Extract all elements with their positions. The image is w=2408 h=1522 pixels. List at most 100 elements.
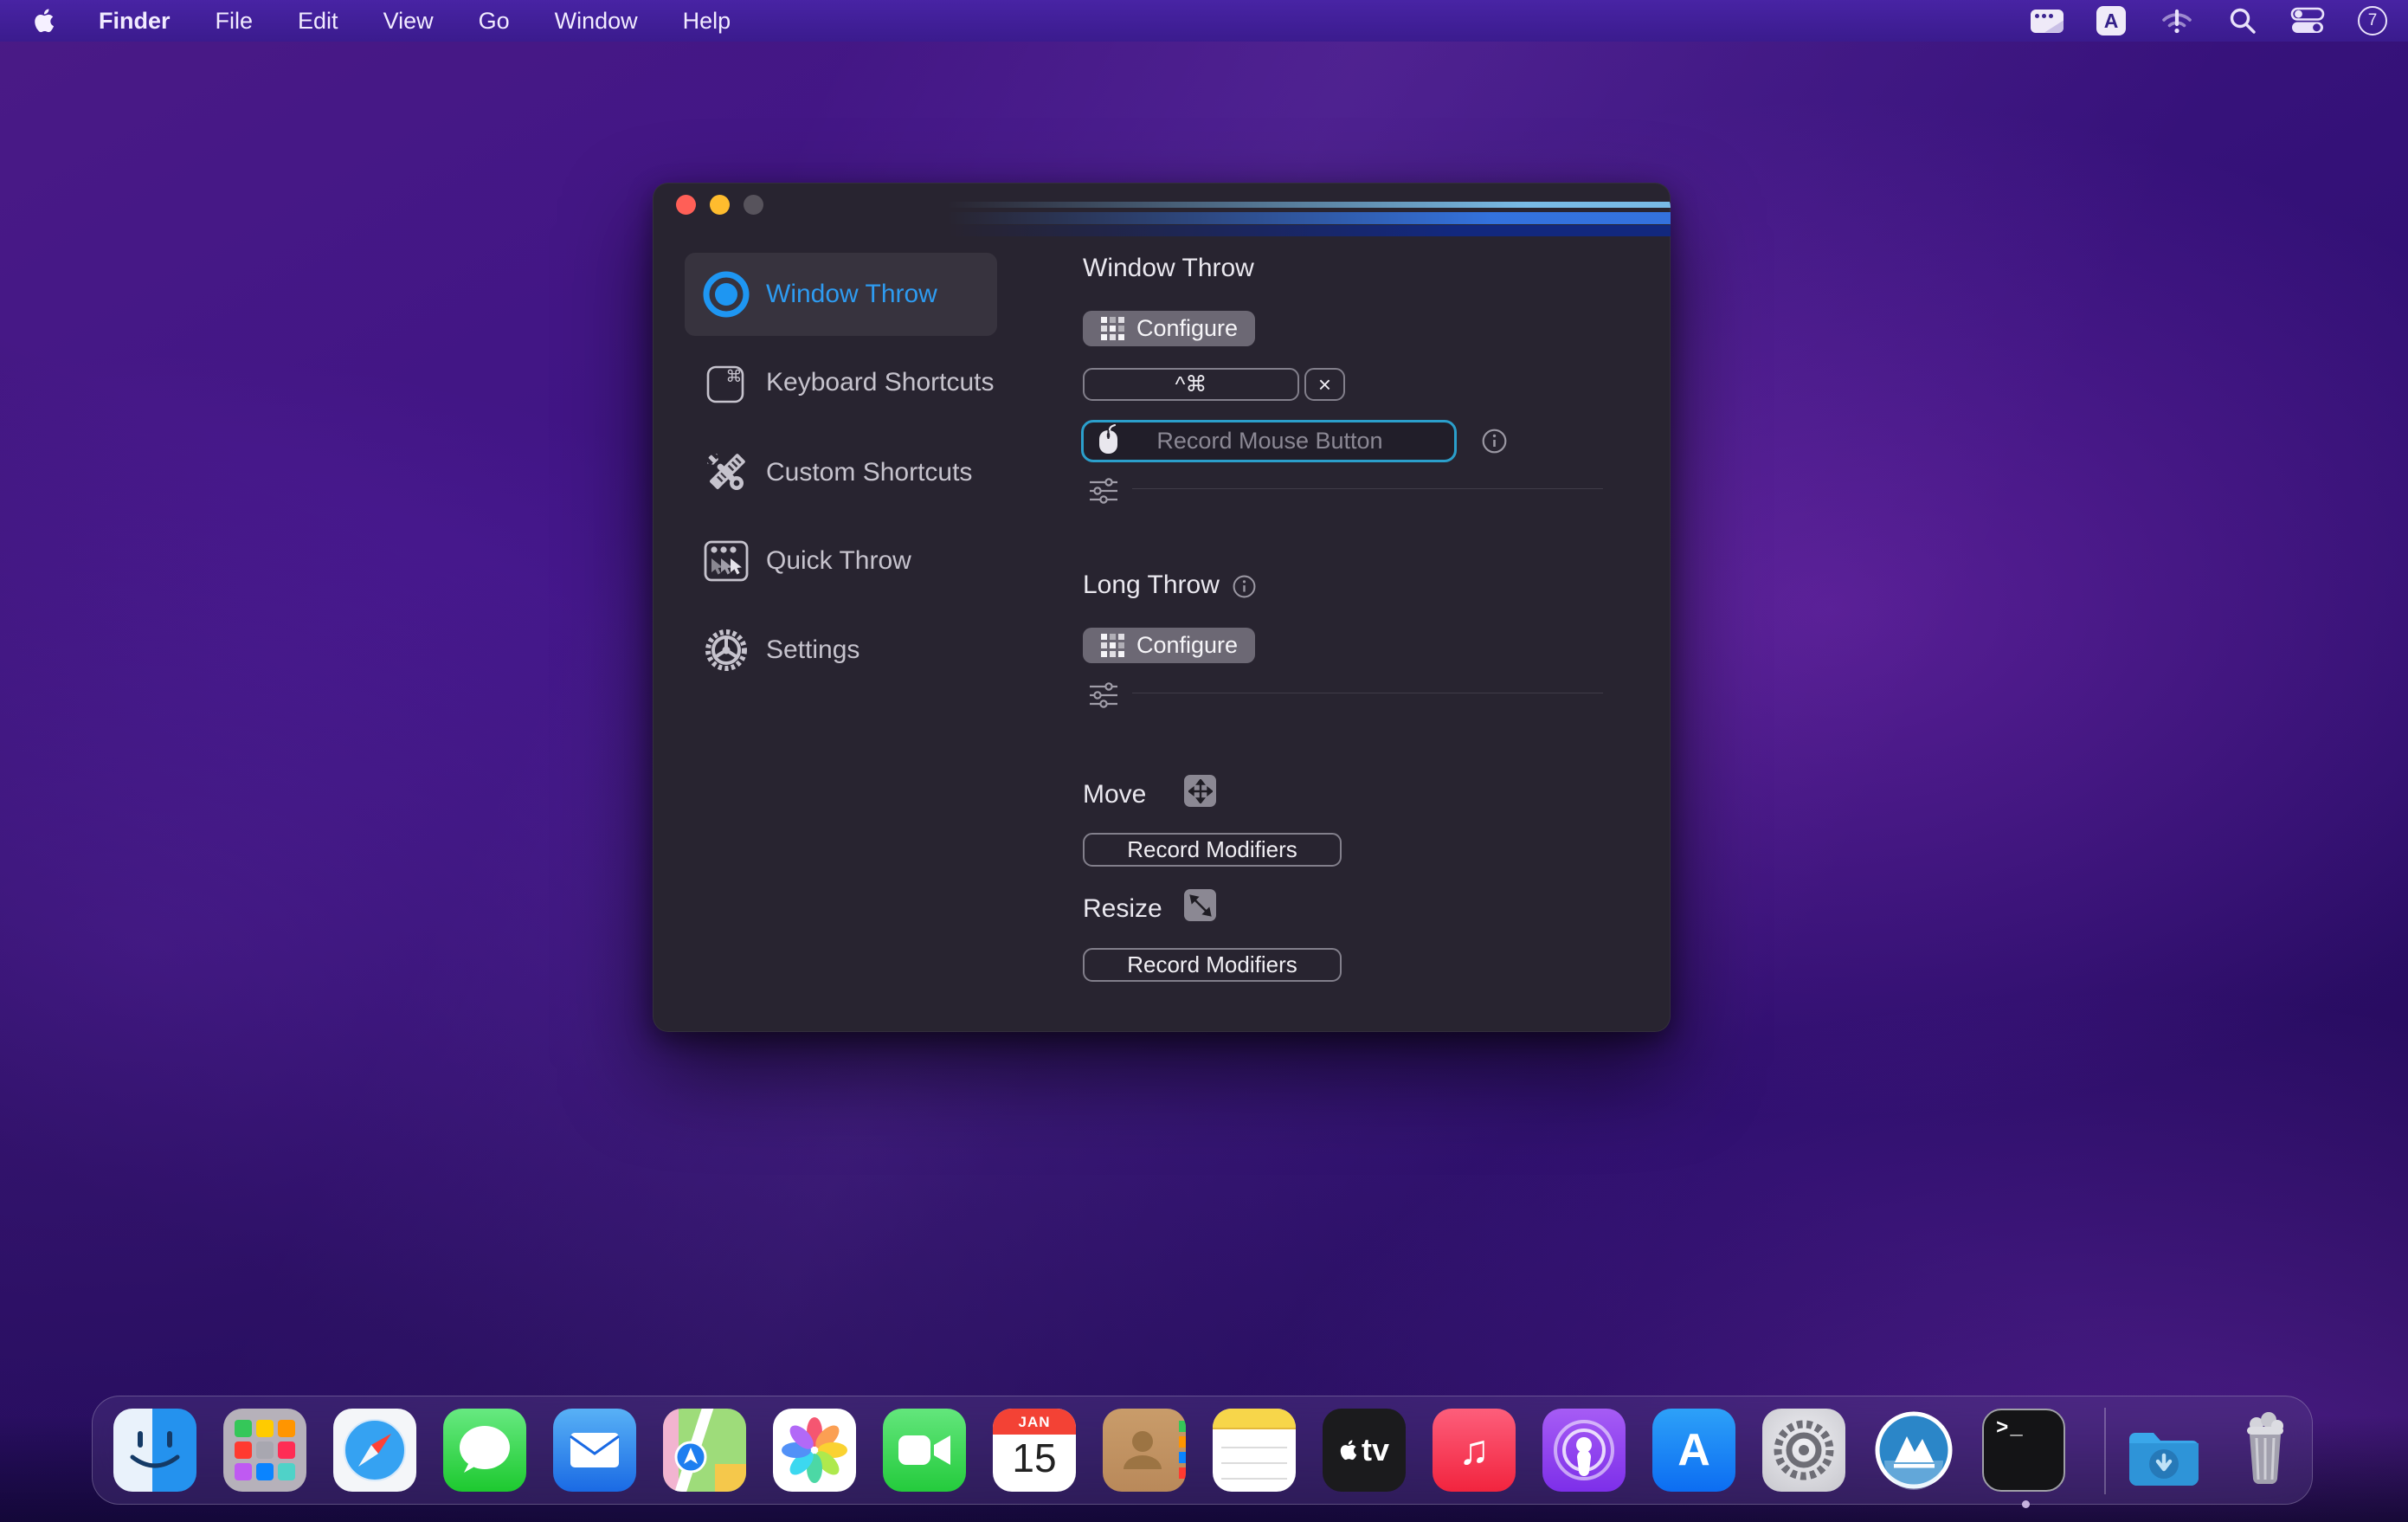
dock-music-icon[interactable]: ♫	[1433, 1409, 1516, 1492]
window-throw-shortcut-field[interactable]: ^⌘	[1083, 368, 1299, 401]
menu-item-finder[interactable]: Finder	[76, 0, 193, 42]
clear-shortcut-button[interactable]: ×	[1304, 368, 1345, 401]
mosaic-window-fold	[2044, 21, 2064, 33]
dock: JAN 15 tv	[92, 1396, 2313, 1505]
input-source-icon[interactable]: A	[2096, 6, 2126, 35]
zoom-button-disabled	[744, 195, 763, 215]
dock-contacts-icon[interactable]	[1103, 1409, 1186, 1492]
desktop: Finder File Edit View Go Window Help A	[0, 0, 2408, 1522]
menu-bar: Finder File Edit View Go Window Help A	[0, 0, 2408, 42]
dock-finder-icon[interactable]	[113, 1409, 196, 1492]
dock-messages-icon[interactable]	[443, 1409, 526, 1492]
move-icon	[1184, 775, 1216, 807]
sidebar-item-custom-shortcuts[interactable]: Custom Shortcuts	[685, 431, 997, 514]
sidebar-label: Settings	[766, 635, 860, 665]
dock-mail-icon[interactable]	[553, 1409, 636, 1492]
move-title: Move	[1083, 780, 1146, 809]
gear-icon	[700, 624, 752, 676]
configure-label: Configure	[1136, 632, 1238, 659]
menu-item-view[interactable]: View	[361, 0, 456, 42]
dock-photos-icon[interactable]	[773, 1409, 856, 1492]
calendar-month-band: JAN	[993, 1409, 1076, 1435]
command-key-icon: ⌘	[700, 357, 752, 409]
window-throw-title: Window Throw	[1083, 254, 1254, 283]
long-throw-configure-button[interactable]: Configure	[1083, 628, 1255, 663]
dock-terminal-icon[interactable]: >_	[1982, 1409, 2065, 1492]
resize-record-modifiers-button[interactable]: Record Modifiers	[1083, 948, 1342, 982]
svg-text:⌘: ⌘	[726, 367, 743, 386]
mouse-info-icon[interactable]	[1482, 429, 1507, 454]
terminal-prompt: >_	[1996, 1417, 2025, 1441]
control-center-icon[interactable]	[2290, 7, 2325, 35]
appstore-letter: A	[1677, 1424, 1710, 1476]
apple-logo-small	[1339, 1440, 1356, 1461]
long-throw-options-icon[interactable]	[1088, 681, 1119, 709]
dock-appstore-icon[interactable]: A	[1652, 1409, 1735, 1492]
dock-notes-icon[interactable]	[1213, 1409, 1296, 1492]
grid-icon	[1100, 316, 1126, 342]
record-mouse-button-field[interactable]: Record Mouse Button	[1081, 420, 1457, 462]
resize-title: Resize	[1083, 894, 1162, 924]
calendar-month: JAN	[993, 1414, 1076, 1431]
menu-item-go[interactable]: Go	[456, 0, 532, 42]
minimize-button[interactable]	[710, 195, 730, 215]
tv-label: tv	[1362, 1432, 1389, 1468]
dock-trash-icon[interactable]	[2224, 1409, 2307, 1492]
dock-launchpad-icon[interactable]	[223, 1409, 306, 1492]
mosaic-window-dots	[2035, 14, 2053, 18]
record-mouse-placeholder: Record Mouse Button	[1120, 428, 1454, 455]
menu-item-help[interactable]: Help	[660, 0, 754, 42]
grid-icon	[1100, 633, 1126, 659]
titlebar-light-streaks	[947, 191, 1671, 240]
quick-throw-icon	[700, 535, 752, 587]
menu-item-window[interactable]: Window	[532, 0, 660, 42]
sidebar-label: Keyboard Shortcuts	[766, 368, 994, 397]
dock-downloads-icon[interactable]	[2122, 1409, 2205, 1492]
menu-item-edit[interactable]: Edit	[275, 0, 361, 42]
notes-line	[1221, 1478, 1287, 1480]
mosaic-preferences-window: Window Throw ⌘ Keyboard Shortcuts	[653, 183, 1671, 1032]
dock-calendar-icon[interactable]: JAN 15	[993, 1409, 1076, 1492]
sidebar-item-window-throw[interactable]: Window Throw	[685, 253, 997, 336]
sidebar-label: Window Throw	[766, 280, 937, 309]
record-modifiers-label: Record Modifiers	[1127, 951, 1297, 978]
sidebar-item-quick-throw[interactable]: Quick Throw	[685, 519, 997, 603]
notes-line	[1221, 1447, 1287, 1448]
music-note-glyph: ♫	[1458, 1427, 1490, 1474]
long-throw-title: Long Throw	[1083, 571, 1220, 600]
window-throw-configure-button[interactable]: Configure	[1083, 311, 1255, 346]
dock-system-preferences-icon[interactable]	[1762, 1409, 1845, 1492]
section-divider	[1132, 488, 1603, 489]
sidebar-item-keyboard-shortcuts[interactable]: ⌘ Keyboard Shortcuts	[685, 341, 997, 424]
calendar-day: 15	[993, 1435, 1076, 1481]
spotlight-search-icon[interactable]	[2228, 6, 2257, 35]
dock-safari-icon[interactable]	[333, 1409, 416, 1492]
dock-mosaic-icon[interactable]	[1872, 1409, 1955, 1492]
dock-facetime-icon[interactable]	[883, 1409, 966, 1492]
move-record-modifiers-button[interactable]: Record Modifiers	[1083, 833, 1342, 867]
dock-tv-icon[interactable]: tv	[1323, 1409, 1406, 1492]
dock-maps-icon[interactable]	[663, 1409, 746, 1492]
window-titlebar[interactable]	[653, 183, 1671, 238]
tools-icon	[700, 447, 752, 499]
sidebar-item-settings[interactable]: Settings	[685, 609, 997, 692]
wifi-alert-icon[interactable]	[2159, 5, 2195, 36]
circle-7-digit: 7	[2358, 6, 2387, 35]
sidebar-label: Quick Throw	[766, 546, 911, 576]
dock-podcasts-icon[interactable]	[1542, 1409, 1626, 1492]
record-modifiers-label: Record Modifiers	[1127, 836, 1297, 863]
mouse-icon	[1098, 423, 1120, 459]
long-throw-info-icon[interactable]	[1233, 575, 1258, 600]
window-throw-options-icon[interactable]	[1088, 477, 1119, 505]
sidebar-label: Custom Shortcuts	[766, 458, 972, 487]
mosaic-menubar-icon[interactable]	[2031, 10, 2064, 33]
apple-menu-icon[interactable]	[26, 9, 61, 33]
configure-label: Configure	[1136, 315, 1238, 342]
menu-item-file[interactable]: File	[193, 0, 276, 42]
close-button[interactable]	[676, 195, 696, 215]
shortcut-value: ^⌘	[1175, 371, 1207, 397]
dock-separator	[2104, 1408, 2106, 1494]
circle-7-icon[interactable]: 7	[2358, 6, 2387, 35]
notes-line	[1221, 1462, 1287, 1464]
record-circle-icon	[700, 268, 752, 320]
